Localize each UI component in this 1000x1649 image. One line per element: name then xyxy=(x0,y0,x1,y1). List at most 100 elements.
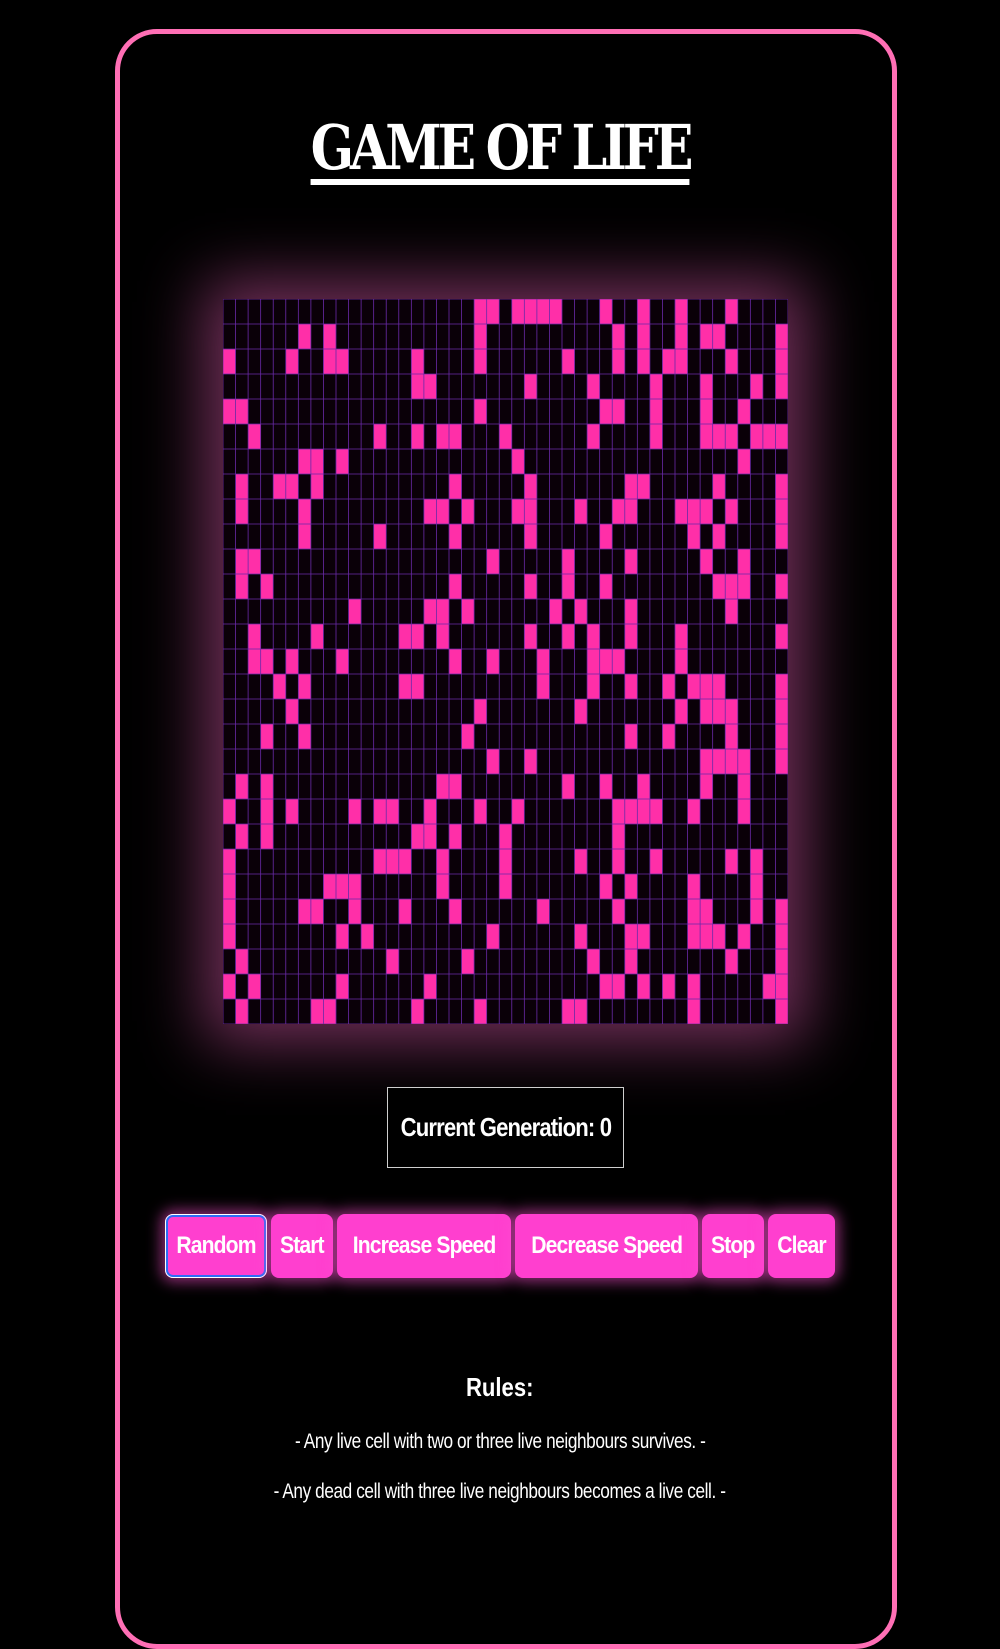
live-cell[interactable] xyxy=(511,799,525,824)
live-cell[interactable] xyxy=(285,699,299,724)
live-cell[interactable] xyxy=(511,449,525,474)
live-cell[interactable] xyxy=(775,949,788,974)
live-cell[interactable] xyxy=(712,749,726,774)
live-cell[interactable] xyxy=(373,799,387,824)
live-cell[interactable] xyxy=(223,799,236,824)
live-cell[interactable] xyxy=(649,374,663,399)
live-cell[interactable] xyxy=(700,399,713,424)
live-cell[interactable] xyxy=(599,774,613,799)
live-cell[interactable] xyxy=(223,849,236,874)
live-cell[interactable] xyxy=(712,574,726,599)
live-cell[interactable] xyxy=(423,374,437,399)
live-cell[interactable] xyxy=(725,849,738,874)
live-cell[interactable] xyxy=(637,349,650,374)
live-cell[interactable] xyxy=(524,624,537,649)
live-cell[interactable] xyxy=(712,424,726,449)
live-cell[interactable] xyxy=(524,524,537,549)
live-cell[interactable] xyxy=(260,649,274,674)
live-cell[interactable] xyxy=(700,374,713,399)
live-cell[interactable] xyxy=(323,999,336,1024)
live-cell[interactable] xyxy=(336,974,349,999)
live-cell[interactable] xyxy=(599,399,613,424)
live-cell[interactable] xyxy=(612,974,625,999)
live-cell[interactable] xyxy=(687,499,701,524)
live-cell[interactable] xyxy=(750,874,763,899)
live-cell[interactable] xyxy=(775,999,788,1024)
live-cell[interactable] xyxy=(612,649,625,674)
live-cell[interactable] xyxy=(624,724,638,749)
live-cell[interactable] xyxy=(298,899,311,924)
live-cell[interactable] xyxy=(223,974,236,999)
live-cell[interactable] xyxy=(223,349,236,374)
live-cell[interactable] xyxy=(336,349,349,374)
live-cell[interactable] xyxy=(775,899,788,924)
live-cell[interactable] xyxy=(587,649,600,674)
live-cell[interactable] xyxy=(524,499,537,524)
live-cell[interactable] xyxy=(637,474,650,499)
live-cell[interactable] xyxy=(436,874,449,899)
live-cell[interactable] xyxy=(248,649,261,674)
live-cell[interactable] xyxy=(574,599,588,624)
live-cell[interactable] xyxy=(675,624,688,649)
live-cell[interactable] xyxy=(511,299,525,324)
live-cell[interactable] xyxy=(398,849,412,874)
live-cell[interactable] xyxy=(449,774,462,799)
live-cell[interactable] xyxy=(612,824,625,849)
live-cell[interactable] xyxy=(411,999,424,1024)
live-cell[interactable] xyxy=(737,924,751,949)
live-cell[interactable] xyxy=(637,299,650,324)
live-cell[interactable] xyxy=(725,349,738,374)
live-cell[interactable] xyxy=(649,849,663,874)
live-cell[interactable] xyxy=(662,724,675,749)
live-cell[interactable] xyxy=(687,974,701,999)
live-cell[interactable] xyxy=(624,924,638,949)
live-cell[interactable] xyxy=(524,374,537,399)
live-cell[interactable] xyxy=(285,799,299,824)
live-cell[interactable] xyxy=(436,424,449,449)
live-cell[interactable] xyxy=(775,749,788,774)
live-cell[interactable] xyxy=(386,949,399,974)
live-cell[interactable] xyxy=(235,824,249,849)
live-cell[interactable] xyxy=(637,924,650,949)
live-cell[interactable] xyxy=(461,724,475,749)
live-cell[interactable] xyxy=(298,324,311,349)
live-cell[interactable] xyxy=(737,449,751,474)
live-cell[interactable] xyxy=(775,574,788,599)
live-cell[interactable] xyxy=(373,849,387,874)
live-cell[interactable] xyxy=(323,324,336,349)
live-cell[interactable] xyxy=(461,499,475,524)
live-cell[interactable] xyxy=(637,974,650,999)
live-cell[interactable] xyxy=(235,999,249,1024)
live-cell[interactable] xyxy=(536,899,550,924)
live-cell[interactable] xyxy=(449,474,462,499)
live-cell[interactable] xyxy=(310,449,324,474)
live-cell[interactable] xyxy=(449,524,462,549)
live-cell[interactable] xyxy=(624,549,638,574)
live-cell[interactable] xyxy=(499,849,512,874)
live-cell[interactable] xyxy=(411,624,424,649)
live-cell[interactable] xyxy=(361,924,374,949)
live-cell[interactable] xyxy=(486,549,500,574)
live-cell[interactable] xyxy=(336,649,349,674)
live-cell[interactable] xyxy=(624,474,638,499)
live-cell[interactable] xyxy=(725,499,738,524)
live-cell[interactable] xyxy=(524,749,537,774)
live-cell[interactable] xyxy=(574,999,588,1024)
live-cell[interactable] xyxy=(612,499,625,524)
live-cell[interactable] xyxy=(712,674,726,699)
live-cell[interactable] xyxy=(235,399,249,424)
live-cell[interactable] xyxy=(662,349,675,374)
live-cell[interactable] xyxy=(461,599,475,624)
live-cell[interactable] xyxy=(260,724,274,749)
live-cell[interactable] xyxy=(474,799,487,824)
live-cell[interactable] xyxy=(612,324,625,349)
live-cell[interactable] xyxy=(599,974,613,999)
live-cell[interactable] xyxy=(612,799,625,824)
live-cell[interactable] xyxy=(687,999,701,1024)
live-cell[interactable] xyxy=(436,774,449,799)
live-cell[interactable] xyxy=(700,549,713,574)
live-cell[interactable] xyxy=(750,849,763,874)
live-cell[interactable] xyxy=(436,499,449,524)
live-cell[interactable] xyxy=(562,349,575,374)
live-cell[interactable] xyxy=(260,799,274,824)
